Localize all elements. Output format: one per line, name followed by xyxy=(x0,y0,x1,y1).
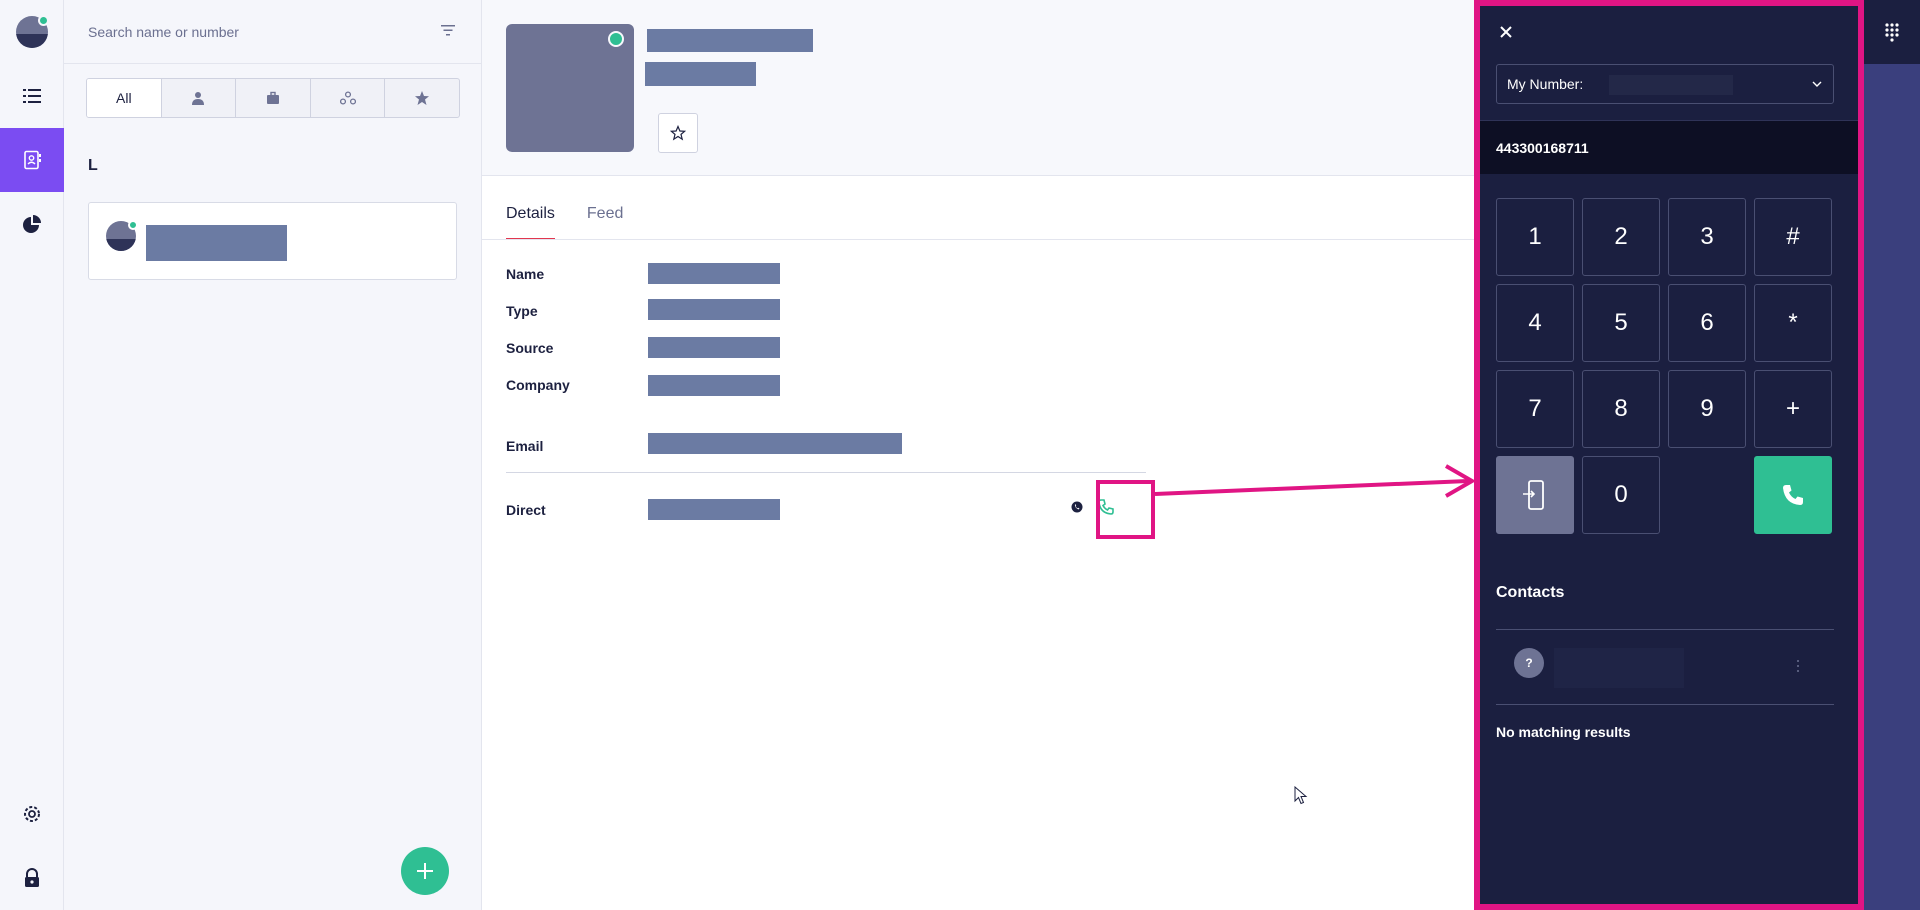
dialer-panel: My Number: 1 2 3 # 4 5 6 * 7 8 9 + 0 Con… xyxy=(1474,0,1864,910)
nav-rail xyxy=(0,0,64,910)
redacted-email-value xyxy=(648,433,902,454)
call-button-highlight xyxy=(1096,480,1155,539)
filter-tab-shared[interactable] xyxy=(311,79,386,117)
online-status-dot xyxy=(128,220,138,230)
search-bar xyxy=(64,0,482,64)
call-button[interactable] xyxy=(1754,456,1832,534)
plus-icon xyxy=(417,863,433,879)
filter-tab-company[interactable] xyxy=(236,79,311,117)
field-label-name: Name xyxy=(506,266,545,282)
dial-key-7[interactable]: 7 xyxy=(1496,370,1574,448)
right-dock xyxy=(1864,0,1920,910)
nav-item-lock[interactable] xyxy=(0,846,64,910)
online-status-dot xyxy=(38,15,49,26)
redacted-contact-name xyxy=(146,225,287,261)
contact-header xyxy=(482,0,1474,176)
nav-item-settings[interactable] xyxy=(0,782,64,846)
favorite-button[interactable] xyxy=(658,113,698,153)
star-outline-icon xyxy=(670,125,686,141)
dialpad-toggle-button[interactable] xyxy=(1864,0,1920,64)
filter-tab-personal[interactable] xyxy=(162,79,237,117)
field-label-company: Company xyxy=(506,377,570,393)
settings-icon xyxy=(24,806,40,822)
address-book-icon xyxy=(24,150,41,170)
dial-key-9[interactable]: 9 xyxy=(1668,370,1746,448)
dial-key-2[interactable]: 2 xyxy=(1582,198,1660,276)
contact-type-filter: All xyxy=(86,78,460,118)
my-number-label: My Number: xyxy=(1507,76,1584,92)
field-label-source: Source xyxy=(506,340,554,356)
contact-detail: Details Feed Name Type Source Company Em… xyxy=(482,0,1474,910)
nav-item-analytics[interactable] xyxy=(0,192,64,256)
dial-key-5[interactable]: 5 xyxy=(1582,284,1660,362)
filter-icon[interactable] xyxy=(440,22,456,38)
contact-list-panel: All L xyxy=(64,0,482,910)
field-label-direct: Direct xyxy=(506,502,546,518)
redacted-name-value xyxy=(648,263,780,284)
redacted-contact-name xyxy=(647,29,813,52)
detail-tabs: Details Feed xyxy=(506,195,655,240)
briefcase-icon xyxy=(266,91,279,104)
nav-item-activity[interactable] xyxy=(0,64,64,128)
dial-key-8[interactable]: 8 xyxy=(1582,370,1660,448)
pie-chart-icon xyxy=(23,215,41,233)
star-icon xyxy=(415,91,430,105)
nav-item-contacts[interactable] xyxy=(0,128,64,192)
dial-key-6[interactable]: 6 xyxy=(1668,284,1746,362)
close-dialer-button[interactable] xyxy=(1496,22,1516,42)
tabs-divider xyxy=(482,239,1474,240)
dial-key-3[interactable]: 3 xyxy=(1668,198,1746,276)
divider xyxy=(1496,629,1834,630)
field-label-type: Type xyxy=(506,303,538,319)
dial-key-4[interactable]: 4 xyxy=(1496,284,1574,362)
person-icon xyxy=(192,92,205,105)
contact-card[interactable] xyxy=(88,202,457,280)
group-icon xyxy=(339,91,356,105)
add-contact-button[interactable] xyxy=(401,847,449,895)
online-status-dot xyxy=(608,31,624,47)
mouse-cursor xyxy=(1294,786,1308,805)
dial-input-row xyxy=(1480,120,1858,174)
dialed-number-input[interactable] xyxy=(1496,137,1836,159)
redacted-direct-number xyxy=(648,499,780,520)
close-icon xyxy=(1500,26,1512,38)
transfer-to-mobile-button[interactable] xyxy=(1496,456,1574,534)
dial-key-hash[interactable]: # xyxy=(1754,198,1832,276)
tab-details[interactable]: Details xyxy=(506,195,555,240)
filter-tab-favorites[interactable] xyxy=(385,79,459,117)
list-icon xyxy=(23,89,41,103)
dial-key-0[interactable]: 0 xyxy=(1582,456,1660,534)
dial-key-plus[interactable]: + xyxy=(1754,370,1832,448)
redacted-my-number xyxy=(1609,75,1733,95)
search-input[interactable] xyxy=(88,20,408,44)
redacted-result-name xyxy=(1554,648,1684,688)
more-vertical-icon[interactable] xyxy=(1796,658,1800,674)
lock-icon xyxy=(25,868,39,887)
section-letter: L xyxy=(88,157,98,174)
divider xyxy=(1496,704,1834,705)
redacted-contact-subtitle xyxy=(645,62,756,86)
unknown-contact-avatar: ? xyxy=(1514,648,1544,678)
redacted-type-value xyxy=(648,299,780,320)
dialpad-icon xyxy=(1885,23,1899,42)
redacted-source-value xyxy=(648,337,780,358)
dial-key-star[interactable]: * xyxy=(1754,284,1832,362)
field-label-email: Email xyxy=(506,438,544,454)
filter-tab-all[interactable]: All xyxy=(87,79,162,117)
phone-icon xyxy=(1783,485,1803,505)
contacts-section-title: Contacts xyxy=(1496,584,1565,601)
my-number-select[interactable]: My Number: xyxy=(1496,64,1834,104)
chevron-down-icon xyxy=(1812,81,1822,87)
tab-feed[interactable]: Feed xyxy=(587,195,623,240)
mobile-transfer-icon xyxy=(1523,480,1544,510)
no-results-message: No matching results xyxy=(1496,724,1631,740)
dial-key-1[interactable]: 1 xyxy=(1496,198,1574,276)
whatsapp-icon[interactable] xyxy=(1071,501,1083,513)
redacted-company-value xyxy=(648,375,780,396)
field-divider xyxy=(506,472,1146,473)
